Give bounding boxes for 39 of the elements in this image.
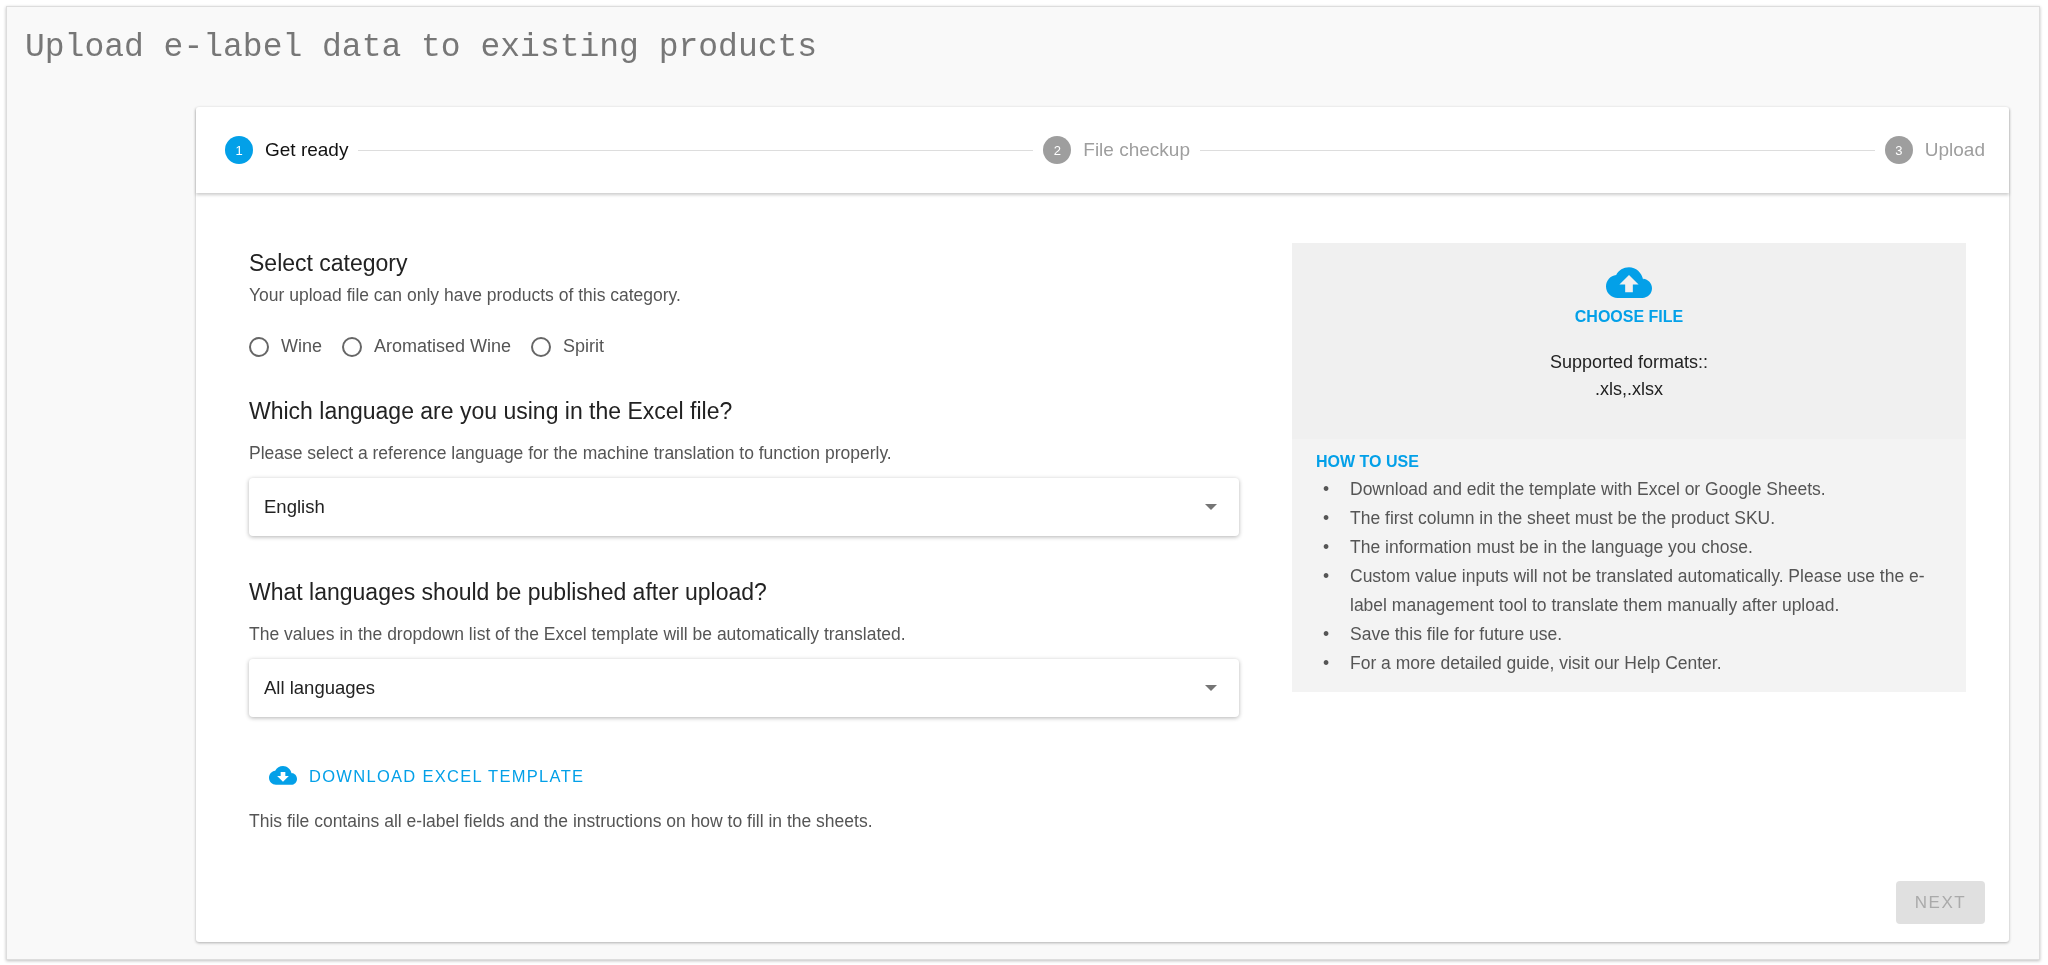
section-heading: Which language are you using in the Excel file? (249, 397, 734, 425)
step-number-badge[interactable]: 3 (1884, 136, 1913, 164)
dropdown-caret-icon (1205, 685, 1217, 691)
list-bullet: • (1321, 623, 1331, 646)
step-label[interactable]: Upload (1924, 139, 1985, 161)
instruction-item: Download and edit the template with Excel or Google Sheets. (1350, 478, 1827, 501)
choose-file-button[interactable]: CHOOSE FILE (1570, 306, 1688, 328)
instruction-item: The first column in the sheet must be the product SKU. (1350, 507, 1777, 530)
publish-languages-dropdown[interactable]: All languages (249, 659, 1239, 717)
section-heading: What languages should be published after upload? (249, 578, 768, 606)
section-heading: Select category (249, 249, 409, 277)
step-number-badge[interactable]: 2 (1043, 136, 1072, 164)
list-bullet: • (1321, 507, 1331, 530)
instruction-item: Save this file for future use. (1350, 623, 1564, 646)
list-bullet: • (1321, 652, 1331, 675)
download-template-link[interactable]: DOWNLOAD EXCEL TEMPLATE (269, 762, 585, 790)
list-bullet: • (1321, 565, 1331, 588)
template-note: This file contains all e-label fields and the instructions on how to fill in the sheets. (249, 811, 874, 832)
step-number-badge[interactable]: 1 (225, 136, 253, 164)
category-radio[interactable]: Aromatised Wine (342, 336, 512, 357)
how-to-use-heading: HOW TO USE (1316, 453, 1420, 471)
step-label[interactable]: Get ready (265, 139, 349, 161)
cloud-upload-icon (1606, 267, 1652, 300)
list-bullet: • (1321, 536, 1331, 559)
reference-language-dropdown[interactable]: English (249, 478, 1239, 536)
category-radio[interactable]: Spirit (531, 336, 605, 357)
section-hint: Please select a reference language for the machine translation to function properly. (249, 443, 893, 464)
instruction-item: For a more detailed guide, visit our Help Center. (1350, 652, 1723, 675)
list-bullet: • (1321, 478, 1331, 501)
step-label[interactable]: File checkup (1083, 139, 1190, 161)
section-hint: Your upload file can only have products of this category. (249, 285, 682, 306)
category-radio[interactable]: Wine (249, 336, 322, 357)
cloud-download-icon (269, 766, 297, 786)
section-hint: The values in the dropdown list of the Excel template will be automatically translated. (249, 624, 907, 645)
dropdown-caret-icon (1205, 504, 1217, 510)
instruction-item: The information must be in the language you chose. (1350, 536, 1754, 559)
instruction-item: Custom value inputs will not be translated automatically. Please use the e-label management tool to translate them manually after upload. (1350, 565, 1926, 617)
supported-formats-text: Supported formats:: .xls,.xlsx (1549, 352, 1709, 400)
page-title: Upload e-label data to existing products (25, 29, 819, 67)
